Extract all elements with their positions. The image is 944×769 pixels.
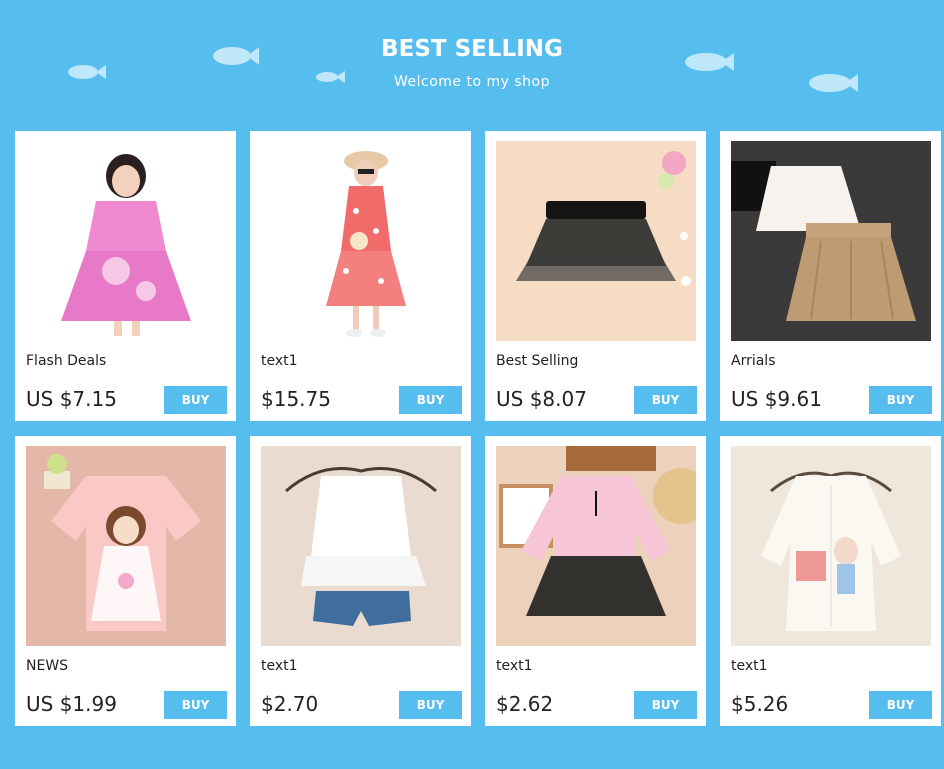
product-card[interactable]: text1 $15.75 BUY — [250, 131, 471, 421]
product-image[interactable] — [496, 446, 696, 646]
product-image[interactable] — [731, 141, 931, 341]
product-card[interactable]: text1 $5.26 BUY — [720, 436, 941, 726]
product-price: US $7.15 — [26, 387, 117, 411]
product-name[interactable]: Best Selling — [496, 353, 578, 369]
buy-button[interactable]: BUY — [164, 691, 227, 719]
product-name[interactable]: NEWS — [26, 658, 68, 674]
buy-button[interactable]: BUY — [869, 691, 932, 719]
product-price: US $9.61 — [731, 387, 822, 411]
product-name[interactable]: Flash Deals — [26, 353, 106, 369]
product-price: US $8.07 — [496, 387, 587, 411]
page-subtitle: Welcome to my shop — [394, 74, 550, 90]
buy-button[interactable]: BUY — [164, 386, 227, 414]
product-card[interactable]: text1 $2.70 BUY — [250, 436, 471, 726]
product-card[interactable]: Flash Deals US $7.15 BUY — [15, 131, 236, 421]
buy-button[interactable]: BUY — [399, 691, 462, 719]
product-card[interactable]: text1 $2.62 BUY — [485, 436, 706, 726]
product-price: $2.70 — [261, 692, 319, 716]
product-image[interactable] — [731, 446, 931, 646]
product-name[interactable]: text1 — [496, 658, 533, 674]
product-price: US $1.99 — [26, 692, 117, 716]
product-card[interactable]: Best Selling US $8.07 BUY — [485, 131, 706, 421]
product-image[interactable] — [26, 446, 226, 646]
product-image[interactable] — [261, 141, 461, 341]
product-image[interactable] — [261, 446, 461, 646]
header: BEST SELLING Welcome to my shop — [0, 0, 944, 130]
product-card[interactable]: Arrials US $9.61 BUY — [720, 131, 941, 421]
product-image[interactable] — [26, 141, 226, 341]
buy-button[interactable]: BUY — [869, 386, 932, 414]
product-image[interactable] — [496, 141, 696, 341]
product-name[interactable]: Arrials — [731, 353, 776, 369]
buy-button[interactable]: BUY — [634, 691, 697, 719]
buy-button[interactable]: BUY — [399, 386, 462, 414]
product-name[interactable]: text1 — [261, 353, 298, 369]
buy-button[interactable]: BUY — [634, 386, 697, 414]
product-price: $15.75 — [261, 387, 331, 411]
product-price: $5.26 — [731, 692, 789, 716]
product-name[interactable]: text1 — [731, 658, 768, 674]
product-price: $2.62 — [496, 692, 554, 716]
product-card[interactable]: NEWS US $1.99 BUY — [15, 436, 236, 726]
page-title: BEST SELLING — [381, 36, 563, 62]
product-name[interactable]: text1 — [261, 658, 298, 674]
